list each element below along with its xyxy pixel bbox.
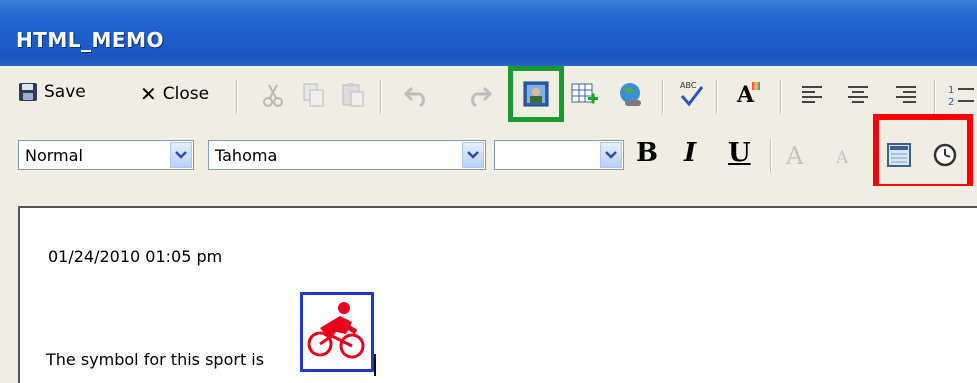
redo-icon[interactable]	[464, 80, 494, 110]
insert-link-icon[interactable]	[616, 80, 646, 110]
align-right-icon[interactable]	[892, 80, 922, 110]
toolbar-separator	[662, 80, 664, 114]
cycling-icon[interactable]	[300, 292, 374, 372]
main-toolbar: Save ✕ Close ABC A 1 2	[0, 66, 977, 125]
align-left-icon[interactable]	[798, 80, 828, 110]
svg-text:1: 1	[948, 85, 954, 96]
svg-text:ABC: ABC	[680, 81, 697, 90]
toolbar-separator	[780, 80, 782, 114]
window-title: HTML_MEMO	[16, 28, 164, 52]
paragraph-style-select[interactable]: Normal	[18, 140, 194, 170]
save-button-label: Save	[44, 82, 86, 102]
grow-font-button[interactable]: A	[786, 142, 803, 170]
chevron-down-icon[interactable]	[462, 142, 484, 168]
font-size-select[interactable]	[494, 140, 624, 170]
body-text: The symbol for this sport is	[46, 350, 265, 369]
toolbar-separator	[236, 80, 238, 114]
floppy-disk-icon	[19, 83, 37, 101]
close-icon: ✕	[140, 82, 157, 106]
title-bar: HTML_MEMO	[0, 0, 977, 66]
close-button-label: Close	[162, 84, 210, 104]
underline-button[interactable]: U	[728, 138, 751, 168]
bold-button[interactable]: B	[636, 138, 658, 168]
align-center-icon[interactable]	[844, 80, 874, 110]
date-time-highlight	[873, 114, 973, 190]
undo-icon[interactable]	[402, 80, 432, 110]
paste-icon[interactable]	[338, 80, 368, 110]
copy-icon[interactable]	[298, 80, 328, 110]
chevron-down-icon[interactable]	[600, 142, 622, 168]
italic-button[interactable]: I	[684, 138, 696, 168]
text-caret	[374, 354, 376, 376]
svg-text:2: 2	[948, 97, 954, 108]
cut-icon[interactable]	[258, 80, 288, 110]
toolbar-separator	[770, 138, 772, 172]
toolbar-separator	[380, 80, 382, 114]
paragraph-style-value: Normal	[25, 146, 83, 165]
chevron-down-icon[interactable]	[170, 142, 192, 168]
insert-image-highlight	[508, 66, 564, 122]
shrink-font-button[interactable]: A	[836, 148, 848, 168]
toolbar-separator	[716, 80, 718, 114]
timestamp-text: 01/24/2010 01:05 pm	[48, 247, 223, 266]
font-family-value: Tahoma	[215, 146, 278, 165]
spellcheck-icon[interactable]: ABC	[676, 78, 706, 108]
close-button[interactable]: ✕ Close	[140, 82, 209, 106]
insert-table-icon[interactable]	[570, 80, 600, 110]
html-memo-window: HTML_MEMO Save ✕ Close ABC A 1 2 Normal …	[0, 0, 977, 383]
numbered-list-icon[interactable]: 1 2	[946, 80, 976, 110]
format-toolbar: Normal Tahoma B I U A A	[0, 124, 977, 186]
save-button[interactable]: Save	[18, 82, 86, 102]
font-color-icon[interactable]: A	[734, 78, 764, 108]
toolbar-separator	[934, 80, 936, 114]
font-family-select[interactable]: Tahoma	[208, 140, 486, 170]
